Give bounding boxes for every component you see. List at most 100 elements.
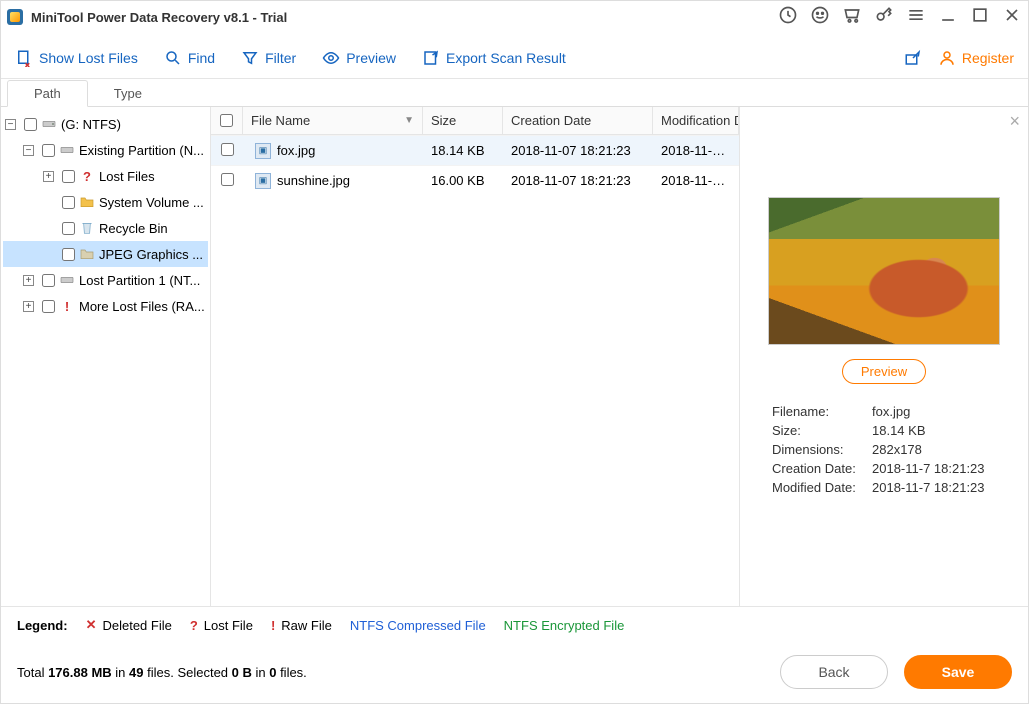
file-created-cell: 2018-11-07 18:21:23 — [503, 173, 653, 188]
title-bar: MiniTool Power Data Recovery v8.1 - Tria… — [1, 1, 1028, 33]
maximize-button[interactable] — [970, 5, 990, 30]
legend-encrypted: NTFS Encrypted File — [504, 618, 625, 633]
legend-title: Legend: — [17, 618, 68, 633]
filter-label: Filter — [265, 50, 296, 66]
row-checkbox[interactable] — [221, 143, 234, 156]
node-checkbox[interactable] — [42, 300, 55, 313]
share-icon[interactable] — [904, 49, 922, 67]
support-icon[interactable] — [810, 5, 830, 30]
tree-node-root[interactable]: − (G: NTFS) — [3, 111, 208, 137]
register-button[interactable]: Register — [938, 49, 1014, 67]
save-button[interactable]: Save — [904, 655, 1012, 689]
export-label: Export Scan Result — [446, 50, 566, 66]
tree-node-recycle[interactable]: Recycle Bin — [3, 215, 208, 241]
column-headers: File Name ▼ Size Creation Date Modificati… — [211, 107, 739, 135]
node-checkbox[interactable] — [62, 248, 75, 261]
tree-node-svi[interactable]: System Volume ... — [3, 189, 208, 215]
preview-button[interactable]: Preview — [842, 359, 926, 384]
export-button[interactable]: Export Scan Result — [422, 49, 566, 67]
tree-node-morelost[interactable]: + ! More Lost Files (RA... — [3, 293, 208, 319]
node-checkbox[interactable] — [62, 170, 75, 183]
folder-icon — [79, 194, 95, 210]
expand-icon[interactable]: + — [23, 301, 34, 312]
legend-deleted: ✕Deleted File — [86, 617, 172, 633]
export-icon — [422, 49, 440, 67]
node-label: JPEG Graphics ... — [99, 247, 203, 262]
node-checkbox[interactable] — [62, 196, 75, 209]
expand-icon[interactable]: + — [23, 275, 34, 286]
tab-strip: Path Type — [1, 79, 1028, 107]
node-label: Lost Partition 1 (NT... — [79, 273, 200, 288]
col-filename-label: File Name — [251, 113, 310, 128]
back-button[interactable]: Back — [780, 655, 888, 689]
node-checkbox[interactable] — [42, 274, 55, 287]
tree-node-lostpart[interactable]: + Lost Partition 1 (NT... — [3, 267, 208, 293]
preview-toggle-button[interactable]: Preview — [322, 49, 396, 67]
footer-bar: Total 176.88 MB in 49 files. Selected 0 … — [1, 643, 1028, 703]
question-folder-icon: ? — [79, 168, 95, 184]
tab-type[interactable]: Type — [88, 81, 168, 106]
file-size-cell: 18.14 KB — [423, 143, 503, 158]
tree-node-lostfiles[interactable]: + ? Lost Files — [3, 163, 208, 189]
sort-desc-icon: ▼ — [404, 115, 414, 126]
summary-text: Total 176.88 MB in 49 files. Selected 0 … — [17, 665, 307, 680]
show-lost-files-button[interactable]: Show Lost Files — [15, 49, 138, 67]
node-checkbox[interactable] — [62, 222, 75, 235]
file-size-cell: 16.00 KB — [423, 173, 503, 188]
file-row[interactable]: ▣sunshine.jpg 16.00 KB 2018-11-07 18:21:… — [211, 165, 739, 195]
collapse-icon[interactable]: − — [5, 119, 16, 130]
close-button[interactable] — [1002, 5, 1022, 30]
select-all-checkbox[interactable] — [220, 114, 233, 127]
meta-key-filename: Filename: — [772, 404, 872, 419]
close-preview-button[interactable]: × — [1009, 111, 1020, 132]
filter-button[interactable]: Filter — [241, 49, 296, 67]
disk-icon — [41, 116, 57, 132]
meta-val-created: 2018-11-7 18:21:23 — [872, 461, 996, 476]
disk-icon — [59, 272, 75, 288]
col-created[interactable]: Creation Date — [503, 107, 653, 134]
node-checkbox[interactable] — [42, 144, 55, 157]
legend-compressed: NTFS Compressed File — [350, 618, 486, 633]
tree-node-existing[interactable]: − Existing Partition (N... — [3, 137, 208, 163]
file-list: File Name ▼ Size Creation Date Modificati… — [211, 107, 740, 606]
find-label: Find — [188, 50, 215, 66]
row-checkbox[interactable] — [221, 173, 234, 186]
node-checkbox[interactable] — [24, 118, 37, 131]
cart-icon[interactable] — [842, 5, 862, 30]
minimize-button[interactable] — [938, 5, 958, 30]
col-filename[interactable]: File Name ▼ — [243, 107, 423, 134]
legend-raw: !Raw File — [271, 618, 332, 633]
collapse-icon[interactable]: − — [23, 145, 34, 156]
search-icon — [164, 49, 182, 67]
col-size[interactable]: Size — [423, 107, 503, 134]
meta-val-filename: fox.jpg — [872, 404, 996, 419]
image-file-icon: ▣ — [255, 173, 271, 189]
menu-icon[interactable] — [906, 5, 926, 30]
file-modified-cell: 2018-11-07 ... — [653, 143, 739, 158]
tab-path[interactable]: Path — [7, 80, 88, 107]
folder-tree[interactable]: − (G: NTFS) − Existing Partition (N... +… — [1, 107, 211, 606]
app-icon — [7, 9, 23, 25]
preview-panel: × Preview Filename:fox.jpg Size:18.14 KB… — [740, 107, 1028, 606]
eye-icon — [322, 49, 340, 67]
document-x-icon — [15, 49, 33, 67]
legend-lost: ?Lost File — [190, 618, 253, 633]
file-modified-cell: 2018-11-07 ... — [653, 173, 739, 188]
meta-key-dim: Dimensions: — [772, 442, 872, 457]
show-lost-files-label: Show Lost Files — [39, 50, 138, 66]
history-icon[interactable] — [778, 5, 798, 30]
preview-label: Preview — [346, 50, 396, 66]
node-label: Recycle Bin — [99, 221, 168, 236]
col-check[interactable] — [211, 107, 243, 134]
tree-node-jpeg[interactable]: JPEG Graphics ... — [3, 241, 208, 267]
key-icon[interactable] — [874, 5, 894, 30]
meta-key-size: Size: — [772, 423, 872, 438]
meta-val-modified: 2018-11-7 18:21:23 — [872, 480, 996, 495]
file-row[interactable]: ▣fox.jpg 18.14 KB 2018-11-07 18:21:23 20… — [211, 135, 739, 165]
col-modified[interactable]: Modification Dat — [653, 107, 739, 134]
expand-icon[interactable]: + — [43, 171, 54, 182]
node-label: System Volume ... — [99, 195, 204, 210]
file-created-cell: 2018-11-07 18:21:23 — [503, 143, 653, 158]
user-icon — [938, 49, 956, 67]
find-button[interactable]: Find — [164, 49, 215, 67]
